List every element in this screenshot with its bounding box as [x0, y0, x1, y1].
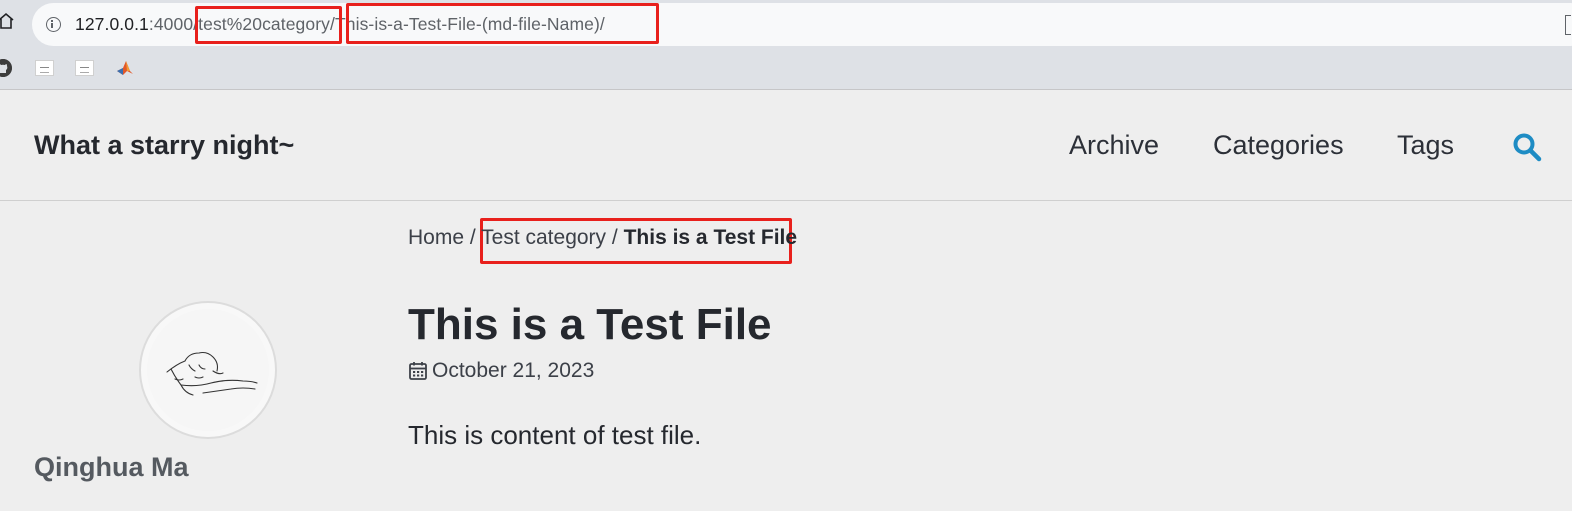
- page-bookmark-icon[interactable]: [35, 60, 54, 76]
- breadcrumb: Home / Test category / This is a Test Fi…: [408, 226, 797, 250]
- post-date: October 21, 2023: [432, 359, 595, 382]
- annotation-box-url-category: [195, 6, 342, 44]
- breadcrumb-home[interactable]: Home: [408, 226, 464, 249]
- home-icon[interactable]: [0, 12, 14, 30]
- breadcrumb-separator: /: [606, 226, 624, 249]
- author-name: Qinghua Ma: [34, 452, 189, 482]
- post-title: This is a Test File: [408, 300, 772, 349]
- breadcrumb-category[interactable]: Test category: [481, 226, 606, 249]
- annotation-box-url-filename: [346, 3, 659, 44]
- sleeping-figure-sketch: [166, 351, 258, 396]
- matlab-bookmark-icon[interactable]: [116, 59, 134, 77]
- avatar[interactable]: [139, 301, 277, 439]
- search-icon[interactable]: [1512, 132, 1542, 162]
- breadcrumb-current: This is a Test File: [623, 226, 798, 249]
- nav-archive[interactable]: Archive: [1069, 130, 1159, 161]
- breadcrumb-separator: /: [464, 226, 482, 249]
- nav-categories[interactable]: Categories: [1213, 130, 1344, 161]
- page-bookmark-icon[interactable]: [75, 60, 94, 76]
- side-panel-icon[interactable]: [1565, 15, 1571, 35]
- post-content: This is content of test file.: [408, 420, 702, 450]
- nav-tags[interactable]: Tags: [1397, 130, 1454, 161]
- site-title-link[interactable]: What a starry night~: [34, 130, 294, 161]
- site-info-icon[interactable]: [46, 17, 61, 32]
- url-host: 127.0.0.1: [75, 14, 149, 34]
- calendar-icon: [409, 362, 427, 380]
- avatar-image: [147, 309, 269, 431]
